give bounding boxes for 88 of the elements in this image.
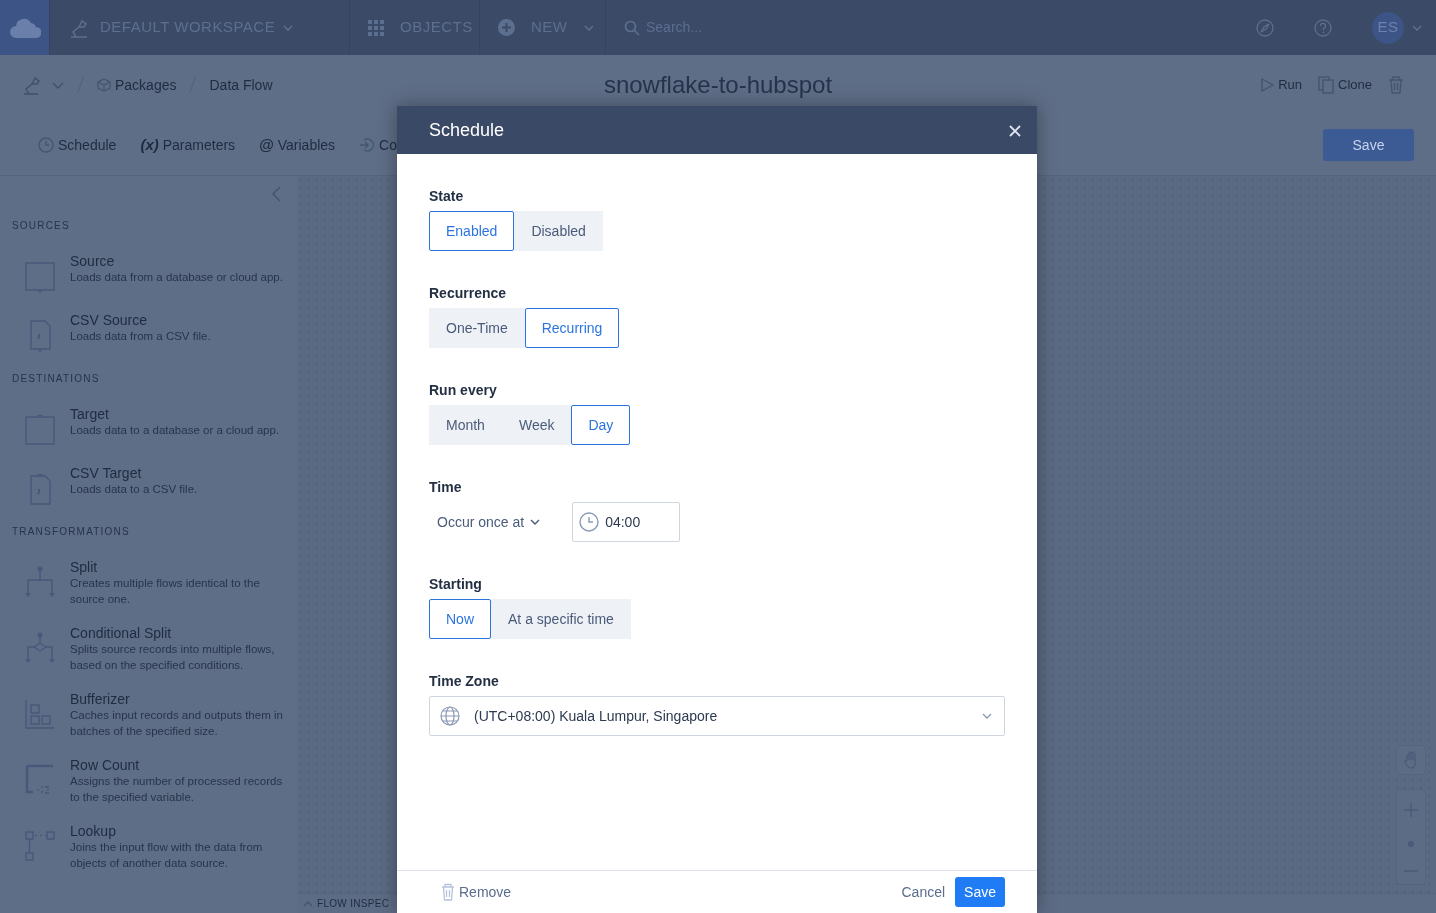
help-icon[interactable]	[1314, 18, 1332, 37]
component-item[interactable]: CSV Source Loads data from a CSV file.	[12, 312, 297, 353]
component-description: Caches input records and outputs them in batches of the specified size.	[70, 708, 284, 739]
option-button[interactable]: Enabled	[429, 211, 515, 251]
field-label: Time	[429, 478, 463, 497]
chevron-down-icon	[283, 24, 294, 31]
remove-button[interactable]: Remove	[441, 881, 512, 903]
dialog-title: Schedule	[429, 118, 505, 142]
cube-icon	[97, 78, 111, 92]
clock-icon	[579, 512, 600, 532]
component-item[interactable]: Row Count Assigns the number of processed records to the specified variable.	[12, 757, 297, 805]
section-heading: DESTINATIONS	[12, 372, 101, 386]
option-button[interactable]: Week	[501, 405, 572, 445]
save-button[interactable]: Save	[955, 877, 1005, 907]
section-heading: TRANSFORMATIONS	[12, 525, 131, 539]
component-description: Loads data to a CSV file.	[70, 482, 199, 497]
box-icon	[23, 259, 57, 294]
chevron-up-icon[interactable]	[303, 900, 313, 907]
toolbar-tab[interactable]: (x) Parameters	[140, 133, 236, 157]
collapse-chevron-icon[interactable]	[271, 186, 281, 202]
component-name: Split	[70, 559, 99, 575]
field-label: Recurrence	[429, 284, 508, 303]
toolbar-tab[interactable]: @ Variables	[259, 133, 336, 157]
chevron-down-icon[interactable]	[52, 81, 64, 89]
copy-icon	[1318, 76, 1335, 94]
timezone-select[interactable]: (UTC+08:00) Kuala Lumpur, Singapore	[429, 696, 1005, 736]
component-item[interactable]: Lookup Joins the input flow with the data from objects of another data source.	[12, 823, 297, 871]
option-button[interactable]: Now	[429, 599, 491, 639]
component-item[interactable]: Bufferizer Caches input records and outputs them in batches of the specified size.	[12, 691, 297, 739]
toolbar-tab[interactable]: Co	[359, 134, 397, 156]
toolbar-tab[interactable]: Schedule	[38, 134, 117, 156]
component-name: Bufferizer	[70, 691, 131, 707]
field-label: State	[429, 187, 465, 206]
box-icon	[23, 412, 57, 447]
option-button[interactable]: Month	[429, 405, 502, 445]
chevron-down-icon	[982, 713, 992, 719]
component-name: Source	[70, 253, 116, 269]
connected-squares-icon	[23, 829, 57, 864]
globe-icon	[440, 706, 460, 726]
component-name: Lookup	[70, 823, 117, 839]
option-button[interactable]: Recurring	[524, 308, 620, 348]
enter-icon	[359, 137, 376, 153]
option-button[interactable]: One-Time	[429, 308, 525, 348]
panel-title: FLOW INSPEC	[317, 897, 390, 911]
component-name: CSV Target	[70, 465, 143, 481]
section-heading: SOURCES	[12, 219, 71, 233]
cancel-button[interactable]: Cancel	[901, 881, 946, 903]
component-description: Creates multiple flows identical to the source one.	[70, 576, 261, 607]
component-item[interactable]: CSV Target Loads data to a CSV file.	[12, 465, 297, 506]
option-button[interactable]: Day	[571, 405, 631, 445]
chevron-down-icon	[583, 24, 594, 31]
field-label: Starting	[429, 575, 483, 594]
component-name: CSV Source	[70, 312, 149, 328]
option-button[interactable]: At a specific time	[491, 599, 631, 639]
close-icon	[1009, 125, 1021, 138]
breadcrumb-link[interactable]: Packages	[97, 74, 177, 96]
clock-icon	[38, 137, 54, 153]
breadcrumb-link[interactable]: Data Flow	[209, 74, 273, 96]
option-button[interactable]: Disabled	[514, 211, 603, 251]
trash-icon[interactable]	[1388, 76, 1404, 94]
component-name: Conditional Split	[70, 625, 173, 641]
field-label: Run every	[429, 381, 498, 400]
chevron-down-icon	[530, 519, 541, 525]
chevron-down-icon	[1412, 24, 1422, 31]
grid-icon	[368, 19, 384, 36]
save-button[interactable]: Save	[1323, 129, 1414, 161]
search-icon	[624, 19, 640, 36]
component-name: Target	[70, 406, 110, 422]
trash-icon	[441, 883, 455, 901]
component-description: Assigns the number of processed records to the specified variable.	[70, 774, 284, 805]
component-item[interactable]: Source Loads data from a database or cloud app.	[12, 253, 297, 294]
component-item[interactable]: Conditional Split Splits source records into multiple flows, based on the specified conditions.	[12, 625, 297, 673]
component-name: Row Count	[70, 757, 141, 773]
field-label: Time Zone	[429, 672, 500, 691]
mode-dropdown[interactable]: Occur once at	[429, 502, 549, 542]
component-item[interactable]: Split Creates multiple flows identical to the source one.	[12, 559, 297, 607]
component-description: Splits source records into multiple flows, based on the specified conditions.	[70, 642, 276, 673]
cloud-logo-icon[interactable]	[8, 16, 41, 39]
component-description: Joins the input flow with the data from objects of another data source.	[70, 840, 264, 871]
component-description: Loads data from a CSV file.	[70, 329, 212, 344]
page-title: snowflake-to-hubspot	[603, 71, 833, 98]
clone-button[interactable]: Clone	[1318, 75, 1372, 95]
plus-circle-icon	[498, 19, 515, 36]
play-icon	[1260, 78, 1275, 92]
run-button[interactable]: Run	[1260, 75, 1303, 95]
compass-icon[interactable]	[1256, 18, 1274, 37]
component-description: Loads data from a database or cloud app.	[70, 270, 284, 285]
time-field[interactable]: 04:00	[572, 502, 681, 542]
